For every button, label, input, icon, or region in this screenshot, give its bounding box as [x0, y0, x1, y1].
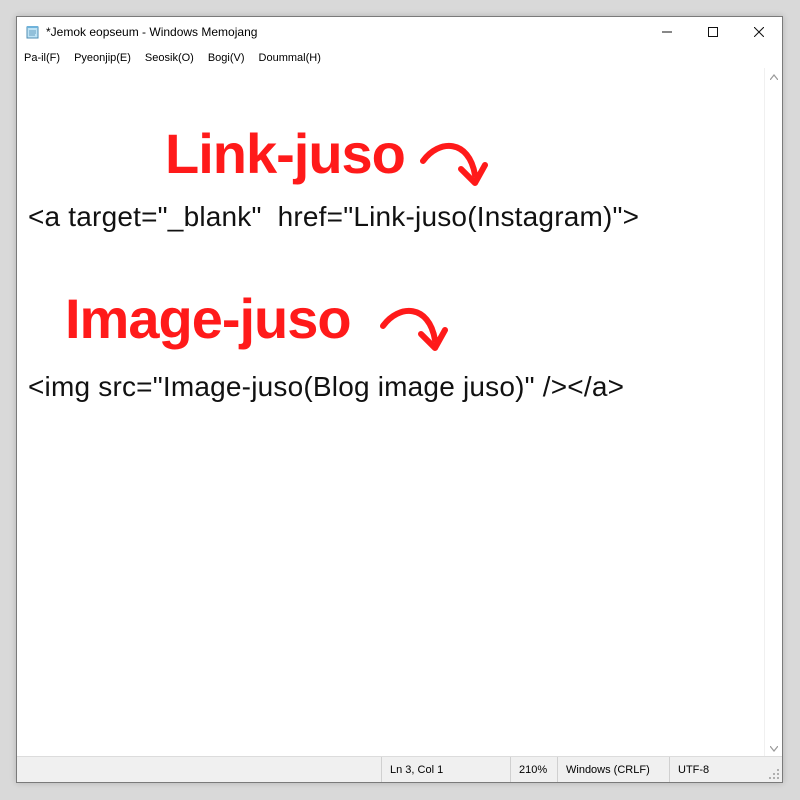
menu-bar: Pa-il(F) Pyeonjip(E) Seosik(O) Bogi(V) D… — [17, 47, 782, 68]
status-bar: Ln 3, Col 1 210% Windows (CRLF) UTF-8 — [17, 756, 782, 782]
maximize-button[interactable] — [690, 17, 736, 47]
status-line-ending: Windows (CRLF) — [557, 757, 669, 782]
code-line-anchor: <a target="_blank" href="Link-juso(Insta… — [28, 201, 640, 232]
menu-format[interactable]: Seosik(O) — [138, 52, 201, 64]
close-icon — [754, 27, 764, 37]
title-bar[interactable]: *Jemok eopseum - Windows Memojang — [17, 17, 782, 47]
notepad-window: *Jemok eopseum - Windows Memojang Pa-il(… — [16, 16, 783, 783]
status-zoom: 210% — [510, 757, 557, 782]
minimize-icon — [662, 31, 672, 33]
text-editor[interactable]: Link-juso <a target="_blank" href="Link-… — [17, 68, 765, 757]
status-cursor-position: Ln 3, Col 1 — [381, 757, 510, 782]
menu-help[interactable]: Doummal(H) — [252, 52, 328, 64]
window-controls — [644, 17, 782, 47]
resize-grip-icon[interactable] — [768, 768, 780, 780]
maximize-icon — [708, 27, 718, 37]
minimize-button[interactable] — [644, 17, 690, 47]
scroll-down-button[interactable] — [765, 740, 782, 757]
close-button[interactable] — [736, 17, 782, 47]
menu-file[interactable]: Pa-il(F) — [17, 52, 67, 64]
menu-edit[interactable]: Pyeonjip(E) — [67, 52, 138, 64]
window-title: *Jemok eopseum - Windows Memojang — [46, 25, 258, 39]
red-arrow-icon — [420, 143, 488, 186]
chevron-down-icon — [769, 745, 778, 752]
chevron-up-icon — [769, 73, 778, 80]
annotation-link-address: Link-juso — [165, 122, 406, 185]
notepad-icon — [26, 26, 39, 39]
vertical-scrollbar[interactable] — [764, 68, 782, 757]
annotation-image-address: Image-juso — [65, 287, 352, 350]
scroll-up-button[interactable] — [765, 68, 782, 85]
menu-view[interactable]: Bogi(V) — [201, 52, 252, 64]
status-encoding: UTF-8 — [669, 757, 765, 782]
code-line-image: <img src="Image-juso(Blog image juso)" /… — [28, 371, 625, 402]
red-arrow-icon — [380, 308, 448, 351]
